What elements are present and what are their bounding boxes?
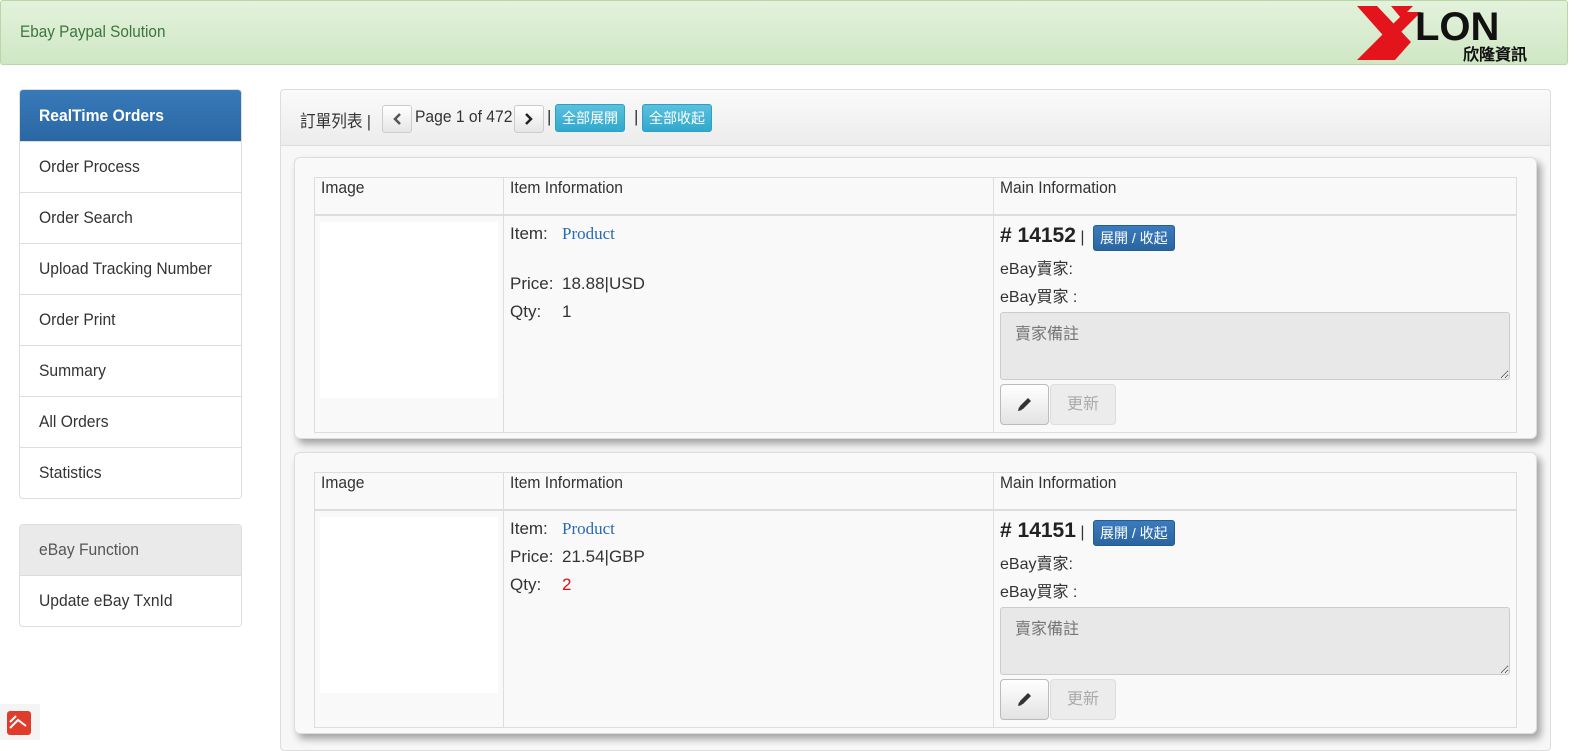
order-list-title: 訂單列表 | (300, 112, 371, 131)
toolbar-separator: | (634, 107, 639, 126)
order-number: # 14152 (1000, 224, 1076, 247)
image-cell (314, 509, 504, 728)
next-page-button[interactable] (514, 105, 544, 133)
main-info-cell: # 14151 | 展開 / 收起 eBay賣家: eBay買家 : 賣家備註 … (993, 509, 1517, 728)
qty-value: 1 (562, 302, 572, 321)
qty-label: Qty: (510, 575, 542, 594)
order-list-panel: 訂單列表 | Page 1 of 472 | 全部展開 | 全部收起 Image… (280, 89, 1551, 751)
sidebar-menu: RealTime Orders Order Process Order Sear… (19, 89, 242, 499)
ebay-buyer-label: eBay買家 : (1000, 583, 1078, 601)
sidebar-item-realtime-orders[interactable]: RealTime Orders (20, 90, 241, 141)
ebay-function-heading: eBay Function (20, 525, 241, 575)
prev-page-button[interactable] (382, 105, 412, 133)
cube-icon (7, 711, 31, 735)
chevron-left-icon (393, 113, 401, 125)
main-info-column-header: Main Information (993, 177, 1517, 216)
ebay-seller-label: eBay賣家: (1000, 555, 1073, 573)
sidebar-item-upload-tracking[interactable]: Upload Tracking Number (20, 243, 241, 294)
update-button[interactable]: 更新 (1050, 383, 1116, 425)
item-label: Item: (510, 224, 548, 243)
item-info-column-header: Item Information (503, 177, 994, 216)
table-row: Item: Product Price: 18.88|USD Qty: 1 # 141… (314, 214, 1517, 433)
item-label: Item: (510, 519, 548, 538)
order-card: Image Item Information Main Information … (294, 452, 1537, 734)
collapse-all-button[interactable]: 全部收起 (642, 104, 712, 132)
item-info-column-header: Item Information (503, 472, 994, 511)
edit-note-button[interactable] (1000, 383, 1049, 425)
app-brand[interactable]: Ebay Paypal Solution (20, 22, 165, 42)
expand-collapse-button[interactable]: 展開 / 收起 (1092, 519, 1175, 546)
qty-value: 2 (562, 575, 572, 594)
product-link[interactable]: Product (562, 519, 615, 538)
expand-collapse-button[interactable]: 展開 / 收起 (1092, 224, 1175, 251)
chevron-right-icon (525, 113, 533, 125)
product-image[interactable] (320, 222, 498, 398)
price-value: 18.88|USD (562, 274, 645, 293)
sidebar-item-all-orders[interactable]: All Orders (20, 396, 241, 447)
pencil-icon (1017, 398, 1031, 412)
app-corner-icon[interactable] (0, 704, 40, 740)
xlon-logo: LON 欣隆資訊 (1357, 5, 1527, 62)
separator: | (1080, 229, 1085, 246)
ebay-function-menu: eBay Function Update eBay TxnId (19, 524, 242, 627)
image-column-header: Image (314, 177, 504, 216)
item-info-cell: Item: Product Price: 18.88|USD Qty: 1 (503, 214, 994, 433)
seller-note-input[interactable] (1000, 606, 1510, 675)
sidebar-item-order-process[interactable]: Order Process (20, 141, 241, 192)
seller-note-input[interactable] (1000, 311, 1510, 380)
expand-all-button[interactable]: 全部展開 (555, 104, 625, 132)
ebay-seller-label: eBay賣家: (1000, 260, 1073, 278)
svg-text:欣隆資訊: 欣隆資訊 (1463, 45, 1527, 62)
main-info-cell: # 14152 | 展開 / 收起 eBay賣家: eBay買家 : 賣家備註 … (993, 214, 1517, 433)
qty-label: Qty: (510, 302, 542, 321)
product-link[interactable]: Product (562, 224, 615, 243)
toolbar-separator: | (547, 107, 552, 126)
top-navbar: Ebay Paypal Solution LON 欣隆資訊 (0, 0, 1568, 65)
sidebar: RealTime Orders Order Process Order Sear… (19, 89, 242, 627)
order-table-header: Image Item Information Main Information (314, 177, 1517, 216)
pencil-icon (1017, 693, 1031, 707)
item-info-cell: Item: Product Price: 21.54|GBP Qty: 2 (503, 509, 994, 728)
sidebar-item-order-print[interactable]: Order Print (20, 294, 241, 345)
main-info-column-header: Main Information (993, 472, 1517, 511)
svg-text:LON: LON (1415, 5, 1499, 49)
order-table: Image Item Information Main Information … (314, 177, 1517, 433)
sidebar-item-summary[interactable]: Summary (20, 345, 241, 396)
order-card: Image Item Information Main Information … (294, 157, 1537, 439)
ebay-buyer-label: eBay買家 : (1000, 288, 1078, 306)
order-table: Image Item Information Main Information … (314, 472, 1517, 728)
update-button[interactable]: 更新 (1050, 678, 1116, 720)
image-cell (314, 214, 504, 433)
sidebar-item-order-search[interactable]: Order Search (20, 192, 241, 243)
order-number: # 14151 (1000, 519, 1076, 542)
product-image[interactable] (320, 517, 498, 693)
sidebar-item-update-txnid[interactable]: Update eBay TxnId (20, 575, 241, 626)
order-table-header: Image Item Information Main Information (314, 472, 1517, 511)
price-label: Price: (510, 274, 554, 293)
price-value: 21.54|GBP (562, 547, 645, 566)
sidebar-item-statistics[interactable]: Statistics (20, 447, 241, 498)
pagination-toolbar: 訂單列表 | Page 1 of 472 | 全部展開 | 全部收起 (281, 90, 1550, 146)
image-column-header: Image (314, 472, 504, 511)
separator: | (1080, 524, 1085, 541)
price-label: Price: (510, 547, 554, 566)
table-row: Item: Product Price: 21.54|GBP Qty: 2 # 141… (314, 509, 1517, 728)
edit-note-button[interactable] (1000, 678, 1049, 720)
page-indicator: Page 1 of 472 (415, 107, 513, 126)
